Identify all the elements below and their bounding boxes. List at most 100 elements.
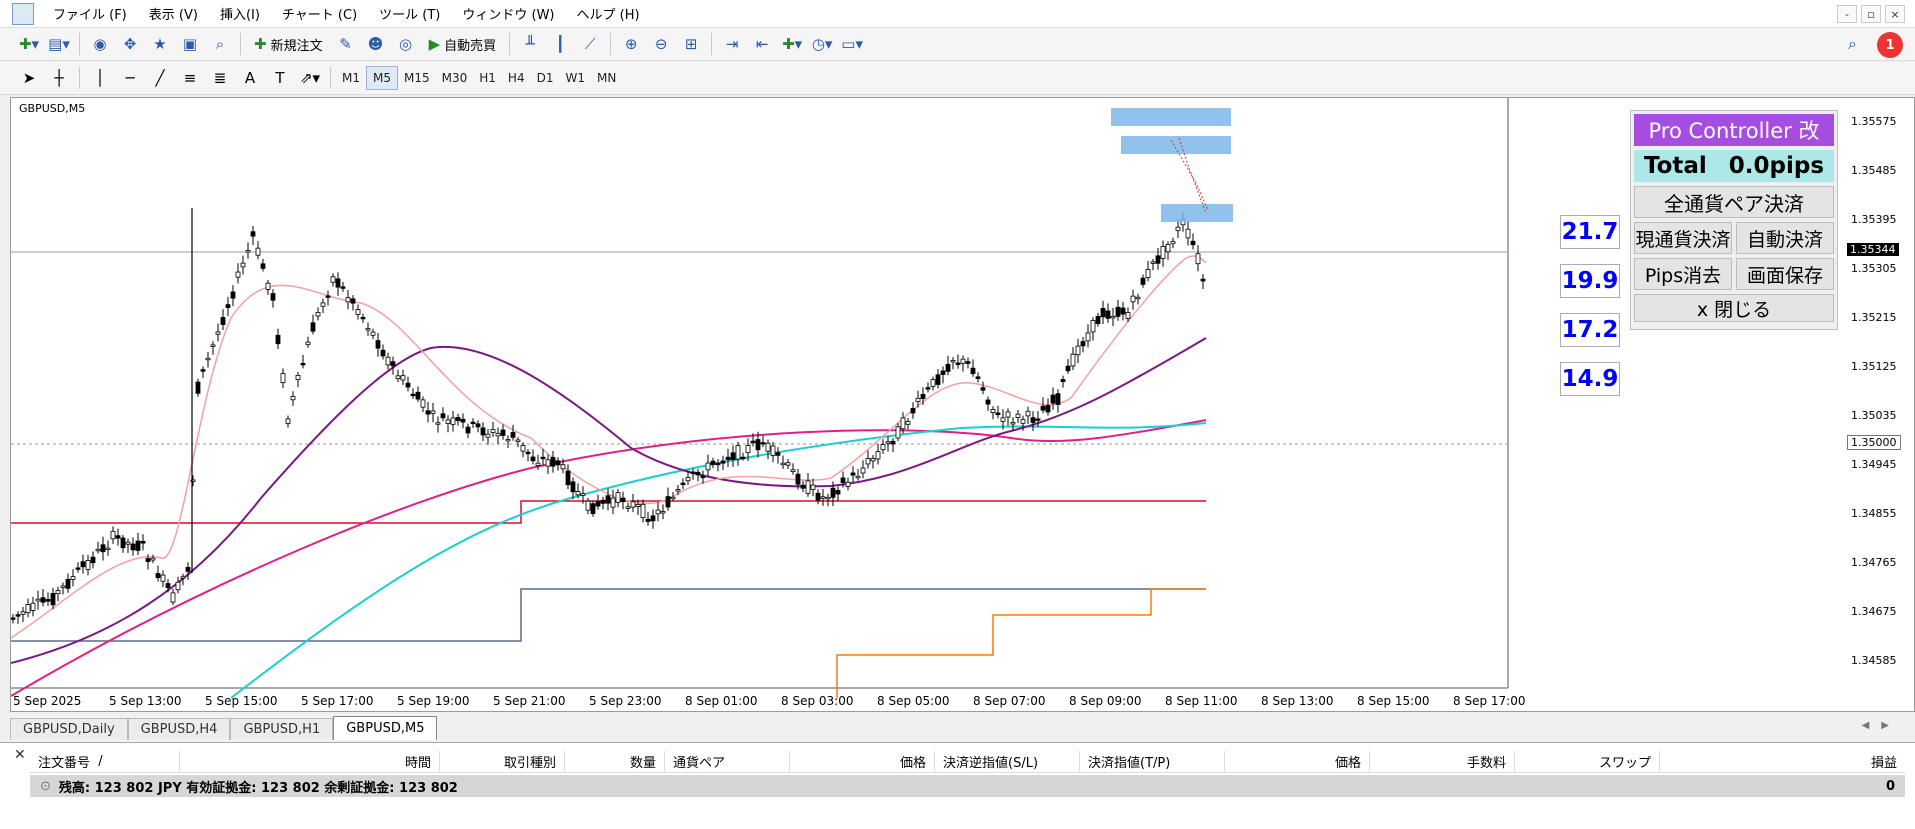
timeframe-w1[interactable]: W1 <box>559 66 591 90</box>
menu-window[interactable]: ウィンドウ (W) <box>451 4 565 23</box>
price-chart[interactable] <box>11 98 1914 711</box>
column-price[interactable]: 価格 <box>790 751 935 772</box>
menu-help[interactable]: ヘルプ (H) <box>566 4 651 23</box>
candle-body <box>745 445 751 454</box>
column-commission[interactable]: 手数料 <box>1370 751 1515 772</box>
clear-pips-button[interactable]: Pips消去 <box>1634 258 1732 290</box>
fibonacci-icon[interactable]: ≣ <box>207 66 233 90</box>
save-screen-button[interactable]: 画面保存 <box>1736 258 1834 290</box>
candle-body <box>805 480 811 494</box>
tab-scroll-arrows-icon[interactable]: ◀▶ <box>1862 720 1901 731</box>
timeframe-mn[interactable]: MN <box>591 66 622 90</box>
arrows-icon[interactable]: ⇗▾ <box>297 66 323 90</box>
chart-shift-icon[interactable]: ⇤ <box>749 32 775 56</box>
column-order-number[interactable]: 注文番号 / <box>30 751 180 772</box>
tab-gbpusd-h1[interactable]: GBPUSD,H1 <box>230 718 334 740</box>
candle-body <box>255 247 261 256</box>
crosshair-tool-icon[interactable]: ┼ <box>46 66 72 90</box>
templates-icon[interactable]: ▭▾ <box>839 32 865 56</box>
close-all-pairs-button[interactable]: 全通貨ペア決済 <box>1634 186 1834 218</box>
price-axis-label: 1.35395 <box>1851 213 1897 226</box>
tab-gbpusd-h4[interactable]: GBPUSD,H4 <box>127 718 231 740</box>
column-profit[interactable]: 損益 <box>1660 751 1905 772</box>
zoom-out-icon[interactable]: ⊖ <box>648 32 674 56</box>
timeframe-m5[interactable]: M5 <box>366 66 398 90</box>
timeframe-h1[interactable]: H1 <box>473 66 502 90</box>
level-line-orange <box>836 588 1206 698</box>
candle-body <box>230 291 236 299</box>
balance-row[interactable]: ⊙ 残高: 123 802 JPY 有効証拠金: 123 802 余剰証拠金: … <box>30 775 1905 797</box>
tab-gbpusd-m5[interactable]: GBPUSD,M5 <box>333 716 438 740</box>
vertical-line-icon[interactable]: │ <box>87 66 113 90</box>
signals-icon[interactable]: ☻ <box>363 32 389 56</box>
column-take-profit[interactable]: 決済指値(T/P) <box>1080 751 1225 772</box>
candle-body <box>415 391 421 400</box>
new-order-button[interactable]: ✚ 新規注文 <box>248 32 329 56</box>
timeframe-d1[interactable]: D1 <box>531 66 560 90</box>
menu-tools[interactable]: ツール (T) <box>368 4 451 23</box>
column-stop-loss[interactable]: 決済逆指値(S/L) <box>935 751 1080 772</box>
metaeditor-icon[interactable]: ✎ <box>333 32 359 56</box>
timeframe-m30[interactable]: M30 <box>436 66 474 90</box>
close-current-pair-button[interactable]: 現通貨決済 <box>1634 222 1732 254</box>
candle-body <box>320 302 326 307</box>
cursor-icon[interactable]: ➤ <box>16 66 42 90</box>
menubar: ファイル (F) 表示 (V) 挿入(I) チャート (C) ツール (T) ウ… <box>0 0 1915 28</box>
candle-body <box>160 574 166 582</box>
candle-body <box>175 581 181 591</box>
column-current-price[interactable]: 価格 <box>1225 751 1370 772</box>
close-panel-button[interactable]: x 閉じる <box>1634 294 1834 322</box>
menu-insert[interactable]: 挿入(I) <box>209 4 271 23</box>
timeframe-m1[interactable]: M1 <box>336 66 366 90</box>
candle-body <box>440 413 446 419</box>
auto-scroll-icon[interactable]: ⇥ <box>719 32 745 56</box>
column-volume[interactable]: 数量 <box>565 751 665 772</box>
horizontal-line-icon[interactable]: ─ <box>117 66 143 90</box>
profiles-icon[interactable]: ▤▾ <box>46 32 72 56</box>
timeframe-m15[interactable]: M15 <box>398 66 436 90</box>
periods-icon[interactable]: ◷▾ <box>809 32 835 56</box>
channel-icon[interactable]: ≡ <box>177 66 203 90</box>
market-watch-icon[interactable]: ◉ <box>87 32 113 56</box>
candle-body <box>885 441 891 444</box>
trendline-icon[interactable]: ╱ <box>147 66 173 90</box>
column-type[interactable]: 取引種別 <box>440 751 565 772</box>
text-label-icon[interactable]: T <box>267 66 293 90</box>
strategy-tester-icon[interactable]: ⌕ <box>207 32 233 56</box>
new-chart-icon[interactable]: ✚ ▾ <box>16 32 42 56</box>
column-time[interactable]: 時間 <box>180 751 440 772</box>
terminal-icon[interactable]: ▣ <box>177 32 203 56</box>
candle-body <box>15 614 21 617</box>
search-icon[interactable]: ⌕ <box>1848 34 1857 54</box>
tile-windows-icon[interactable]: ⊞ <box>678 32 704 56</box>
auto-trading-button[interactable]: ▶ 自動売買 <box>423 32 503 56</box>
candle-body <box>130 543 136 551</box>
chart-tabs: GBPUSD,Daily GBPUSD,H4 GBPUSD,H1 GBPUSD,… <box>10 716 1915 740</box>
line-chart-icon[interactable]: ⟋ <box>577 32 603 56</box>
menu-view[interactable]: 表示 (V) <box>138 4 209 23</box>
candlestick-chart-icon[interactable]: ┃ <box>547 32 573 56</box>
minimize-button[interactable]: - <box>1837 5 1857 23</box>
column-swap[interactable]: スワップ <box>1515 751 1660 772</box>
menu-file[interactable]: ファイル (F) <box>42 4 138 23</box>
bar-chart-icon[interactable]: ╨ <box>517 32 543 56</box>
candle-body <box>1035 418 1041 421</box>
navigator-icon[interactable]: ★ <box>147 32 173 56</box>
candle-body <box>310 322 316 332</box>
text-icon[interactable]: A <box>237 66 263 90</box>
close-icon[interactable]: ✕ <box>14 747 26 763</box>
tab-gbpusd-daily[interactable]: GBPUSD,Daily <box>10 718 128 740</box>
auto-close-button[interactable]: 自動決済 <box>1736 222 1834 254</box>
menu-chart[interactable]: チャート (C) <box>271 4 368 23</box>
candle-body <box>425 410 431 415</box>
column-symbol[interactable]: 通貨ペア <box>665 751 790 772</box>
candle-body <box>640 503 646 519</box>
zoom-in-icon[interactable]: ⊕ <box>618 32 644 56</box>
timeframe-h4[interactable]: H4 <box>502 66 531 90</box>
indicators-icon[interactable]: ✚ ▾ <box>779 32 805 56</box>
market-icon[interactable]: ◎ <box>393 32 419 56</box>
notification-badge[interactable]: 1 <box>1877 32 1903 58</box>
crosshair-icon[interactable]: ✥ <box>117 32 143 56</box>
close-window-button[interactable]: × <box>1885 5 1905 23</box>
restore-button[interactable]: ▫ <box>1861 5 1881 23</box>
